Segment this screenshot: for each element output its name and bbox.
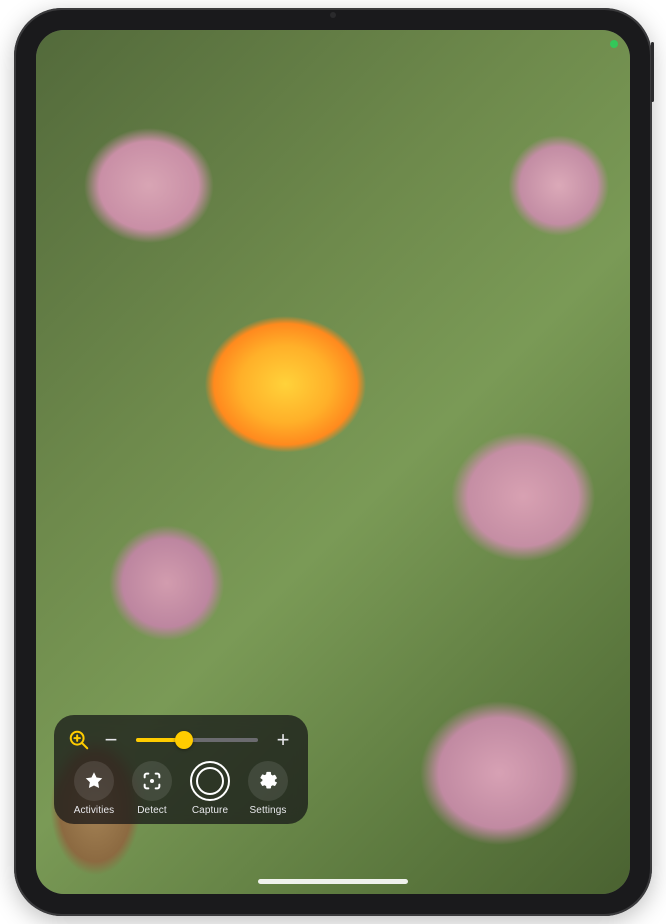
camera-active-indicator — [610, 40, 618, 48]
magnifier-plus-icon — [68, 729, 90, 751]
home-indicator[interactable] — [258, 879, 408, 884]
magnifier-control-panel: − + Activities — [54, 715, 308, 824]
detect-button[interactable]: Detect — [126, 761, 178, 816]
zoom-slider[interactable] — [132, 730, 262, 750]
zoom-slider-thumb[interactable] — [175, 731, 193, 749]
zoom-out-button[interactable]: − — [100, 729, 122, 751]
settings-button[interactable]: Settings — [242, 761, 294, 816]
capture-ring-icon — [190, 761, 230, 801]
capture-button[interactable]: Capture — [184, 761, 236, 816]
activities-button[interactable]: Activities — [68, 761, 120, 816]
activities-label: Activities — [74, 805, 114, 816]
toolbar: Activities Detect — [68, 761, 294, 816]
zoom-in-button[interactable]: + — [272, 729, 294, 751]
screen: − + Activities — [36, 30, 630, 894]
capture-label: Capture — [192, 805, 228, 816]
detect-frame-icon — [132, 761, 172, 801]
front-camera-dot — [330, 12, 336, 18]
device-side-button — [651, 42, 654, 102]
zoom-slider-row: − + — [68, 729, 294, 751]
star-icon — [74, 761, 114, 801]
detect-label: Detect — [137, 805, 167, 816]
settings-label: Settings — [250, 805, 287, 816]
gear-icon — [248, 761, 288, 801]
ipad-frame: − + Activities — [14, 8, 652, 916]
